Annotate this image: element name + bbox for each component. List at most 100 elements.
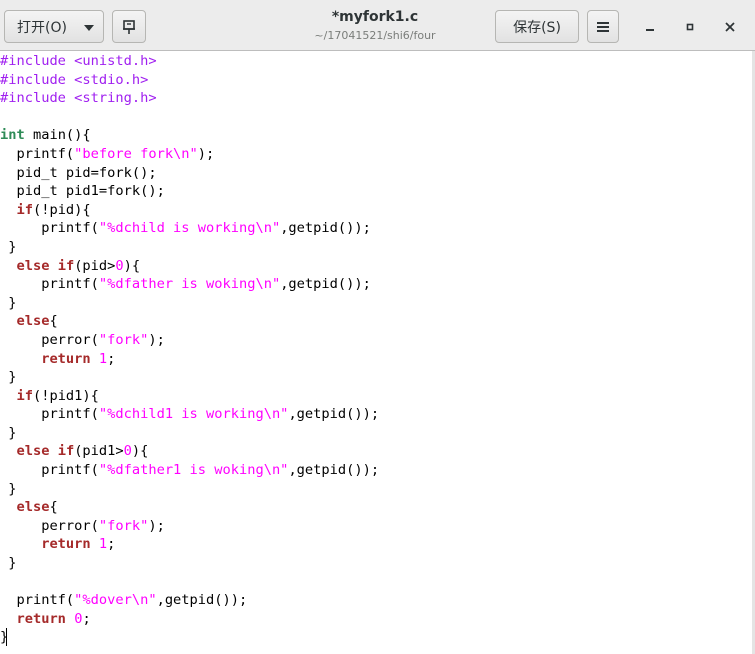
code-token: #include <string.h>	[0, 90, 157, 107]
code-line: return 0;	[0, 610, 379, 629]
code-line: #include <string.h>	[0, 89, 379, 108]
code-token: );	[148, 517, 165, 534]
header-bar: 打开(O) *myfork1.c ~/17041521/shi6/four 保存…	[0, 0, 755, 51]
close-icon	[725, 22, 735, 32]
code-token: perror(	[0, 517, 99, 534]
code-token: }	[0, 369, 17, 386]
code-editor[interactable]: #include <unistd.h> #include <stdio.h> #in…	[0, 51, 755, 654]
code-line: }	[0, 628, 379, 647]
pin-icon	[123, 19, 135, 34]
minimize-icon	[646, 29, 654, 31]
code-token: printf(	[0, 276, 99, 293]
code-token: ,getpid());	[288, 406, 380, 423]
code-token: if	[16, 201, 33, 218]
code-token: printf(	[0, 220, 99, 237]
code-token: }	[0, 294, 17, 311]
code-token: ;	[107, 536, 116, 553]
code-line: if(!pid){	[0, 201, 379, 220]
code-line: perror("fork");	[0, 517, 379, 536]
code-line: else if(pid>0){	[0, 257, 379, 276]
code-line: printf("%dfather is woking\n",getpid());	[0, 275, 379, 294]
code-token: printf(	[0, 145, 75, 162]
code-token: else	[16, 313, 50, 330]
code-line: }	[0, 480, 379, 499]
code-token: ,getpid());	[280, 276, 371, 293]
code-token: (!pid1){	[32, 387, 99, 404]
code-token: 1	[98, 536, 108, 553]
code-line: }	[0, 368, 379, 387]
code-token: (!pid){	[32, 201, 91, 218]
code-token: ,getpid());	[288, 462, 380, 479]
code-line: printf("%dchild is working\n",getpid());	[0, 219, 379, 238]
code-token: pid_t pid1=fork();	[0, 183, 165, 200]
code-line: if(!pid1){	[0, 387, 379, 406]
code-token: printf(	[0, 592, 75, 609]
code-token: }	[0, 629, 9, 646]
code-text-area[interactable]: #include <unistd.h> #include <stdio.h> #in…	[0, 52, 379, 647]
code-token: }	[0, 424, 17, 441]
code-token: ,getpid());	[156, 592, 248, 609]
code-token: if	[16, 387, 33, 404]
code-token: 0	[123, 443, 132, 460]
code-token: int	[0, 127, 25, 144]
maximize-button[interactable]	[676, 13, 704, 41]
code-token: pid_t pid=fork();	[0, 164, 157, 181]
code-token: 0	[115, 257, 124, 274]
code-token: "%dover\n"	[74, 592, 157, 609]
code-token: main(){	[24, 127, 91, 144]
code-token: (pid>	[74, 257, 116, 274]
code-token: else	[16, 499, 50, 516]
code-token: 1	[98, 350, 108, 367]
code-token: }	[0, 480, 17, 497]
close-button[interactable]	[716, 13, 744, 41]
pin-button[interactable]	[112, 10, 146, 43]
chevron-down-icon[interactable]	[84, 25, 94, 31]
code-token: perror(	[0, 331, 99, 348]
save-button[interactable]: 保存(S)	[495, 10, 579, 43]
code-token: "%dchild1 is working\n"	[98, 406, 289, 423]
code-token: ;	[107, 350, 116, 367]
code-line: printf("%dfather1 is woking\n",getpid())…	[0, 461, 379, 480]
code-line: }	[0, 554, 379, 573]
code-token: }	[0, 555, 17, 572]
open-button[interactable]: 打开(O)	[4, 10, 104, 43]
code-line: perror("fork");	[0, 331, 379, 350]
code-token: "before fork\n"	[74, 145, 198, 162]
code-token: (pid1>	[74, 443, 124, 460]
code-token: "%dchild is working\n"	[98, 220, 281, 237]
menu-button[interactable]	[587, 10, 619, 43]
code-token: "fork"	[98, 331, 149, 348]
code-token: ,getpid());	[280, 220, 371, 237]
code-token: {	[49, 499, 58, 516]
hamburger-menu-icon	[597, 21, 609, 32]
code-token: printf(	[0, 406, 99, 423]
code-token: #include <stdio.h>	[0, 71, 149, 88]
text-cursor	[6, 628, 7, 646]
code-token: #include <unistd.h>	[0, 53, 157, 69]
code-token: return	[16, 610, 66, 627]
code-line: printf("before fork\n");	[0, 145, 379, 164]
code-line: #include <unistd.h>	[0, 52, 379, 71]
minimize-button[interactable]	[636, 13, 664, 41]
code-token: printf(	[0, 462, 99, 479]
code-line: pid_t pid=fork();	[0, 164, 379, 183]
code-line: printf("%dover\n",getpid());	[0, 591, 379, 610]
code-token: "fork"	[98, 517, 149, 534]
code-token: else	[16, 257, 50, 274]
code-token: ){	[123, 257, 141, 274]
code-line: pid_t pid1=fork();	[0, 182, 379, 201]
code-token: return	[41, 536, 91, 553]
